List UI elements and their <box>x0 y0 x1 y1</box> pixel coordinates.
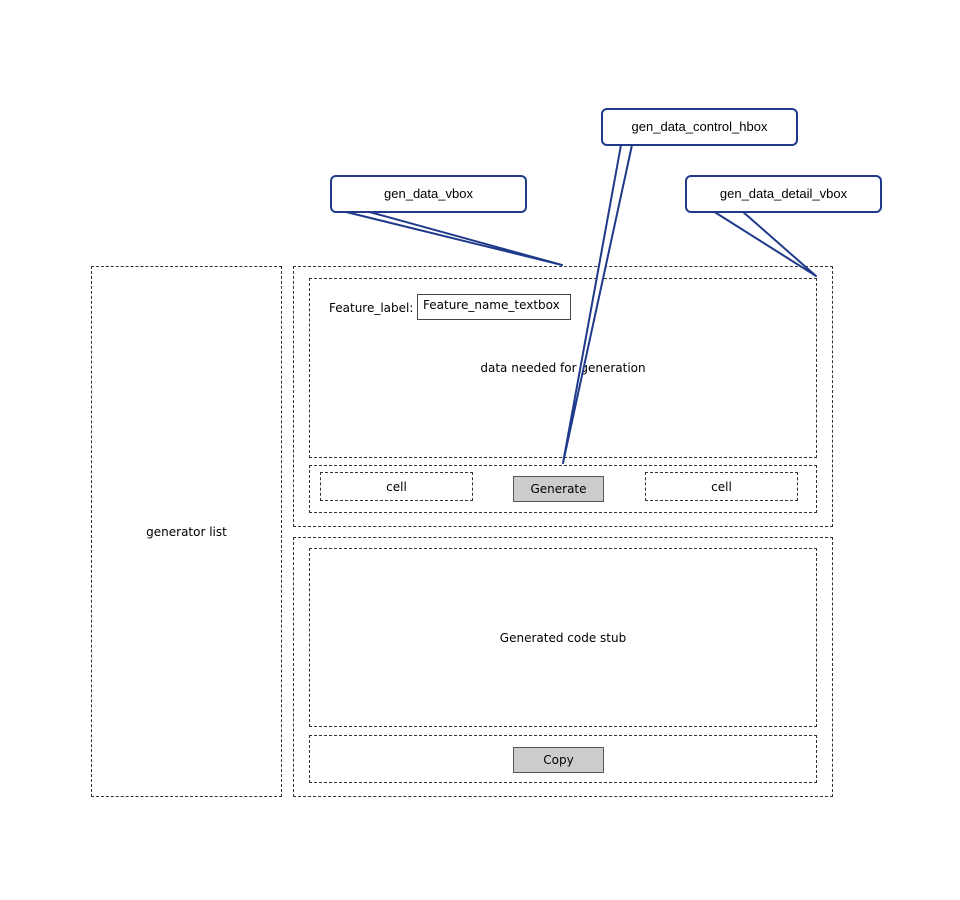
control-hbox-callout-pointer <box>562 144 633 464</box>
callout-pointers <box>341 144 817 464</box>
gen-data-vbox-callout: gen_data_vbox <box>330 175 527 213</box>
detail-vbox-callout-pointer <box>712 210 817 277</box>
gen-data-detail-vbox-callout: gen_data_detail_vbox <box>685 175 882 213</box>
gen-data-control-hbox-callout: gen_data_control_hbox <box>601 108 798 146</box>
vbox-callout-pointer <box>341 210 563 266</box>
